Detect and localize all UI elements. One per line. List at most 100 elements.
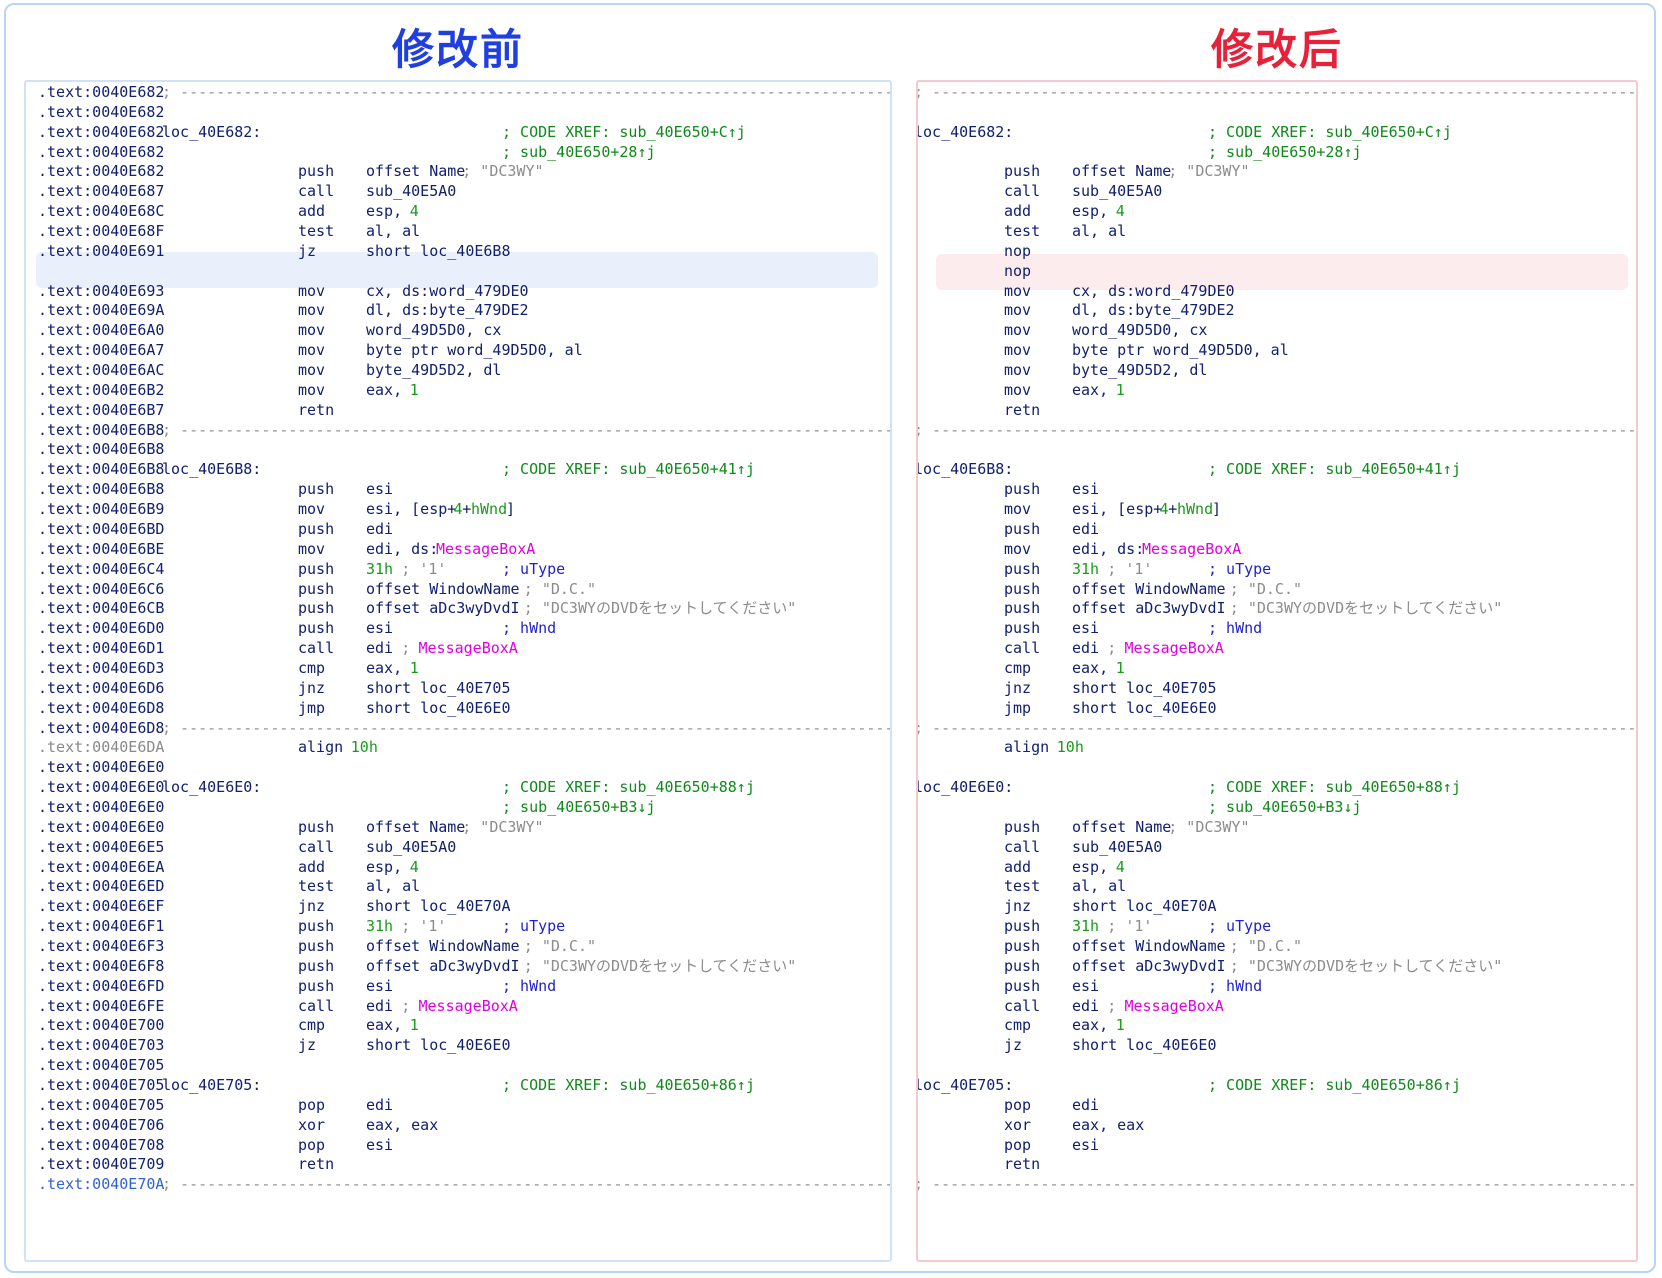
mnemonic: call <box>298 639 335 658</box>
operand: short loc_40E70A <box>1072 897 1217 916</box>
mnemonic: push <box>298 817 335 836</box>
mnemonic: push <box>1004 559 1041 578</box>
address-text: .text:0040E6B8 <box>38 420 165 439</box>
api-name: MessageBoxA <box>1124 639 1224 658</box>
mnemonic: push <box>1004 599 1041 618</box>
mnemonic: jz <box>298 241 317 260</box>
string-comment: ; <box>1098 639 1126 658</box>
code-label: loc_40E705: <box>916 1076 1014 1094</box>
operand: offset WindowName <box>366 936 520 955</box>
operand: eax, <box>366 380 412 399</box>
separator-text: ; --------------------------------------… <box>162 718 890 737</box>
code-label: loc_40E6B8: <box>916 460 1014 479</box>
operand: short loc_40E6E0 <box>1072 698 1217 717</box>
address-text: .text:0040E6D3 <box>38 658 165 677</box>
mnemonic: mov <box>1004 500 1032 519</box>
string-comment: ; "DC3WYのDVDをセットしてください" <box>514 599 797 618</box>
mnemonic: push <box>298 162 335 181</box>
mnemonic: cmp <box>298 1016 326 1035</box>
address-text: .text:0040E6AC <box>38 361 165 380</box>
separator-text: ; --------------------------------------… <box>162 420 890 439</box>
xref-comment: ; CODE XREF: sub_40E650+C↑j <box>502 122 746 141</box>
address-text: .text:0040E6DA <box>38 738 165 757</box>
mnemonic: call <box>1004 639 1041 658</box>
mnemonic: mov <box>1004 539 1032 558</box>
mnemonic: align <box>298 738 344 757</box>
mnemonic: push <box>298 480 335 499</box>
mnemonic: push <box>298 579 335 598</box>
operand: esi <box>366 1135 394 1154</box>
string-comment: ; "D.C." <box>514 579 597 598</box>
arg-comment: ; uType <box>502 559 566 578</box>
mnemonic: mov <box>1004 380 1032 399</box>
mnemonic: mov <box>1004 281 1032 300</box>
address-text: .text:0040E6FE <box>38 996 165 1015</box>
operand: word_49D5D0, cx <box>366 321 502 340</box>
string-comment: ; <box>392 996 420 1015</box>
string-comment: ; <box>392 639 420 658</box>
address-text: .text:0040E6EF <box>38 897 165 916</box>
xref-comment: ; sub_40E650+28↑j <box>1208 142 1362 161</box>
mnemonic: retn <box>298 400 335 419</box>
separator-text: ; --------------------------------------… <box>918 420 1637 439</box>
address-text: .text:0040E6F8 <box>38 956 165 975</box>
separator-text: ; --------------------------------------… <box>918 1175 1637 1194</box>
operand: short loc_40E6E0 <box>1072 1036 1217 1055</box>
mnemonic: call <box>298 837 335 856</box>
mnemonic: cmp <box>1004 1016 1032 1035</box>
mnemonic: retn <box>1004 1155 1041 1174</box>
address-text: .text:0040E682 <box>38 102 165 121</box>
operand: offset WindowName <box>1072 936 1226 955</box>
variable-name: hWnd <box>471 500 508 519</box>
mnemonic: xor <box>1004 1115 1032 1134</box>
number-literal: 1 <box>409 658 419 677</box>
operand: ] <box>506 500 516 519</box>
address-text: .text:0040E705 <box>38 1095 165 1114</box>
address-text: .text:0040E6B2 <box>38 380 165 399</box>
arg-comment: ; uType <box>1208 917 1272 936</box>
mnemonic: mov <box>298 281 326 300</box>
operand: eax, <box>1072 380 1118 399</box>
mnemonic: push <box>298 619 335 638</box>
xref-comment: ; CODE XREF: sub_40E650+88↑j <box>1208 778 1461 797</box>
string-comment: ; "DC3WY" <box>462 162 544 181</box>
mnemonic: mov <box>298 500 326 519</box>
string-comment: ; '1' <box>1098 559 1153 578</box>
operand: offset aDc3wyDvdI <box>1072 956 1226 975</box>
operand: offset WindowName <box>366 579 520 598</box>
number-literal: 31h <box>366 559 394 578</box>
address-text: .text:0040E6C6 <box>38 579 165 598</box>
arg-comment: ; uType <box>1208 559 1272 578</box>
address-text: .text:0040E682 <box>38 162 165 181</box>
operand: offset aDc3wyDvdI <box>366 599 520 618</box>
mnemonic: jz <box>1004 1036 1023 1055</box>
operand: offset aDc3wyDvdI <box>366 956 520 975</box>
operand: sub_40E5A0 <box>366 182 457 201</box>
operand: word_49D5D0, cx <box>1072 321 1208 340</box>
xref-comment: ; sub_40E650+B3↓j <box>1208 797 1362 816</box>
mnemonic: mov <box>298 361 326 380</box>
disassembly-panel-before[interactable]: .text:0040E682 ; ------------------------… <box>24 80 892 1262</box>
number-literal: 1 <box>1115 658 1125 677</box>
code-label: loc_40E705: <box>162 1076 262 1094</box>
number-literal: 10h <box>1047 738 1084 757</box>
string-comment: ; "D.C." <box>1220 579 1303 598</box>
mnemonic: jnz <box>1004 678 1032 697</box>
operand: ] <box>1212 500 1222 519</box>
separator-text: ; --------------------------------------… <box>918 83 1637 101</box>
operand: al, al <box>366 222 421 241</box>
address-text: .text:0040E70A <box>38 1175 165 1194</box>
address-text: .text:0040E6ED <box>38 877 165 896</box>
address-text: .text:0040E703 <box>38 1036 165 1055</box>
operand: offset WindowName <box>1072 579 1226 598</box>
operand: esp, <box>366 857 412 876</box>
string-comment: ; "DC3WY" <box>1168 817 1250 836</box>
operand: + <box>1168 500 1178 519</box>
mnemonic: push <box>1004 956 1041 975</box>
disassembly-panel-after[interactable]: ; --------------------------------------… <box>916 80 1638 1262</box>
address-text: .text:0040E6E0 <box>38 758 165 777</box>
operand: esi, [esp+ <box>1072 500 1163 519</box>
operand: esp, <box>1072 202 1118 221</box>
address-text: .text:0040E706 <box>38 1115 165 1134</box>
mnemonic: push <box>1004 579 1041 598</box>
